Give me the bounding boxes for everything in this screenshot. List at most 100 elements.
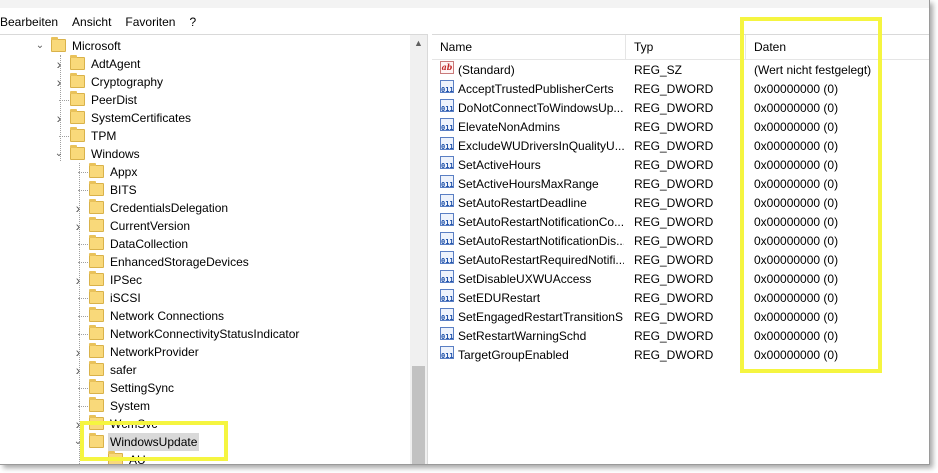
tree-node-label: CredentialsDelegation [110, 201, 229, 215]
value-type: REG_DWORD [634, 120, 714, 134]
tree-node[interactable]: ⌄ Windows [0, 145, 410, 163]
value-name: ExcludeWUDriversInQualityU... [458, 139, 624, 153]
tree-node[interactable]: Appx [0, 163, 410, 181]
tree-node[interactable]: BITS [0, 181, 410, 199]
folder-icon [89, 343, 104, 358]
tree-node-label: SettingSync [110, 381, 175, 395]
chevron-right-icon[interactable]: › [53, 109, 65, 127]
tree-node[interactable]: › CredentialsDelegation [0, 199, 410, 217]
value-type: REG_DWORD [634, 139, 714, 153]
chevron-down-icon[interactable]: ⌄ [34, 37, 46, 55]
tree-node[interactable]: › SystemCertificates [0, 109, 410, 127]
value-type: REG_DWORD [634, 272, 714, 286]
dword-value-icon: 011 110 [440, 118, 454, 131]
tree-node[interactable]: ⌄ Microsoft [0, 37, 410, 55]
dword-value-icon: 011 110 [440, 156, 454, 169]
dword-value-icon: 011 110 [440, 194, 454, 207]
chevron-right-icon[interactable]: › [53, 73, 65, 91]
folder-icon [70, 73, 85, 88]
tree-node[interactable]: DataCollection [0, 235, 410, 253]
folder-icon [89, 163, 104, 178]
dword-value-icon: 011 110 [440, 346, 454, 359]
tree-guide-connector [59, 136, 69, 137]
value-type: REG_DWORD [634, 234, 714, 248]
tree-node[interactable]: PeerDist [0, 91, 410, 109]
string-value-icon: ab [440, 61, 454, 74]
chevron-right-icon[interactable]: › [72, 361, 84, 379]
folder-icon [89, 289, 104, 304]
folder-icon [89, 253, 104, 268]
chevron-right-icon[interactable]: › [72, 271, 84, 289]
tree-node[interactable]: › safer [0, 361, 410, 379]
dword-value-icon: 011 110 [440, 327, 454, 340]
tree-node-label: DataCollection [110, 237, 189, 251]
title-bar-strip [0, 0, 929, 8]
tree-vertical-scrollbar[interactable]: ▲ [410, 35, 427, 464]
folder-icon [51, 37, 66, 52]
value-type: REG_DWORD [634, 253, 714, 267]
column-header-type[interactable]: Typ [626, 35, 746, 60]
tree-node-label: SystemCertificates [91, 111, 192, 125]
dword-value-icon: 011 110 [440, 175, 454, 188]
menu-view[interactable]: Ansicht [65, 10, 118, 34]
dword-value-icon: 011 110 [440, 80, 454, 93]
tree-node-label: iSCSI [110, 291, 141, 305]
tree-guide-connector [78, 244, 88, 245]
folder-icon [70, 91, 85, 106]
tree-guide-connector [59, 100, 69, 101]
chevron-right-icon[interactable]: › [72, 343, 84, 361]
tree-node-label: Microsoft [72, 39, 121, 53]
column-header-name[interactable]: Name [432, 35, 626, 60]
value-type: REG_DWORD [634, 101, 714, 115]
registry-editor-window: Bearbeiten Ansicht Favoriten ? ⌄ Microsof… [0, 0, 930, 465]
tree-node[interactable]: › CurrentVersion [0, 217, 410, 235]
tree-node[interactable]: SettingSync [0, 379, 410, 397]
tree-node[interactable]: iSCSI [0, 289, 410, 307]
dword-value-icon: 011 110 [440, 137, 454, 150]
value-type: REG_DWORD [634, 196, 714, 210]
tree-node-label: PeerDist [91, 93, 138, 107]
tree-node-label: AdtAgent [91, 57, 141, 71]
value-name: SetActiveHours [458, 158, 541, 172]
tree-node[interactable]: EnhancedStorageDevices [0, 253, 410, 271]
tree-node[interactable]: System [0, 397, 410, 415]
dword-value-icon: 011 110 [440, 99, 454, 112]
dword-value-icon: 011 110 [440, 232, 454, 245]
value-type: REG_DWORD [634, 215, 714, 229]
chevron-right-icon[interactable]: › [72, 199, 84, 217]
value-type: REG_DWORD [634, 348, 714, 362]
tree-guide-connector [78, 190, 88, 191]
chevron-right-icon[interactable]: › [53, 55, 65, 73]
highlight-box-windowsupdate [80, 421, 228, 461]
chevron-down-icon[interactable]: ⌄ [53, 145, 65, 163]
folder-icon [89, 199, 104, 214]
tree-node[interactable]: Network Connections [0, 307, 410, 325]
key-tree-pane[interactable]: ⌄ Microsoft › AdtAgent › Cryptography PeerDist… [0, 34, 428, 464]
value-type: REG_SZ [634, 63, 683, 77]
tree-node[interactable]: NetworkConnectivityStatusIndicator [0, 325, 410, 343]
tree-node[interactable]: › Cryptography [0, 73, 410, 91]
menu-edit[interactable]: Bearbeiten [0, 10, 65, 34]
dword-value-icon: 011 110 [440, 213, 454, 226]
tree-node-label: Network Connections [110, 309, 225, 323]
chevron-right-icon[interactable]: › [72, 217, 84, 235]
value-name: DoNotConnectToWindowsUp... [458, 101, 624, 115]
dword-value-icon: 011 110 [440, 308, 454, 321]
tree-node[interactable]: TPM [0, 127, 410, 145]
tree-node-label: EnhancedStorageDevices [110, 255, 249, 269]
scroll-up-arrow-icon[interactable]: ▲ [410, 35, 427, 52]
tree-node-label: Cryptography [91, 75, 164, 89]
folder-icon [89, 307, 104, 322]
tree-node-label: IPSec [110, 273, 143, 287]
scrollbar-thumb[interactable] [412, 366, 425, 464]
tree-node[interactable]: › NetworkProvider [0, 343, 410, 361]
menu-favorites[interactable]: Favoriten [118, 10, 182, 34]
value-name: SetEngagedRestartTransitionS... [458, 310, 624, 324]
folder-icon [70, 145, 85, 160]
tree-guide-connector [78, 406, 88, 407]
value-name: SetDisableUXWUAccess [458, 272, 592, 286]
tree-node[interactable]: › IPSec [0, 271, 410, 289]
menu-help[interactable]: ? [182, 10, 203, 34]
tree-node[interactable]: › AdtAgent [0, 55, 410, 73]
folder-icon [89, 217, 104, 232]
